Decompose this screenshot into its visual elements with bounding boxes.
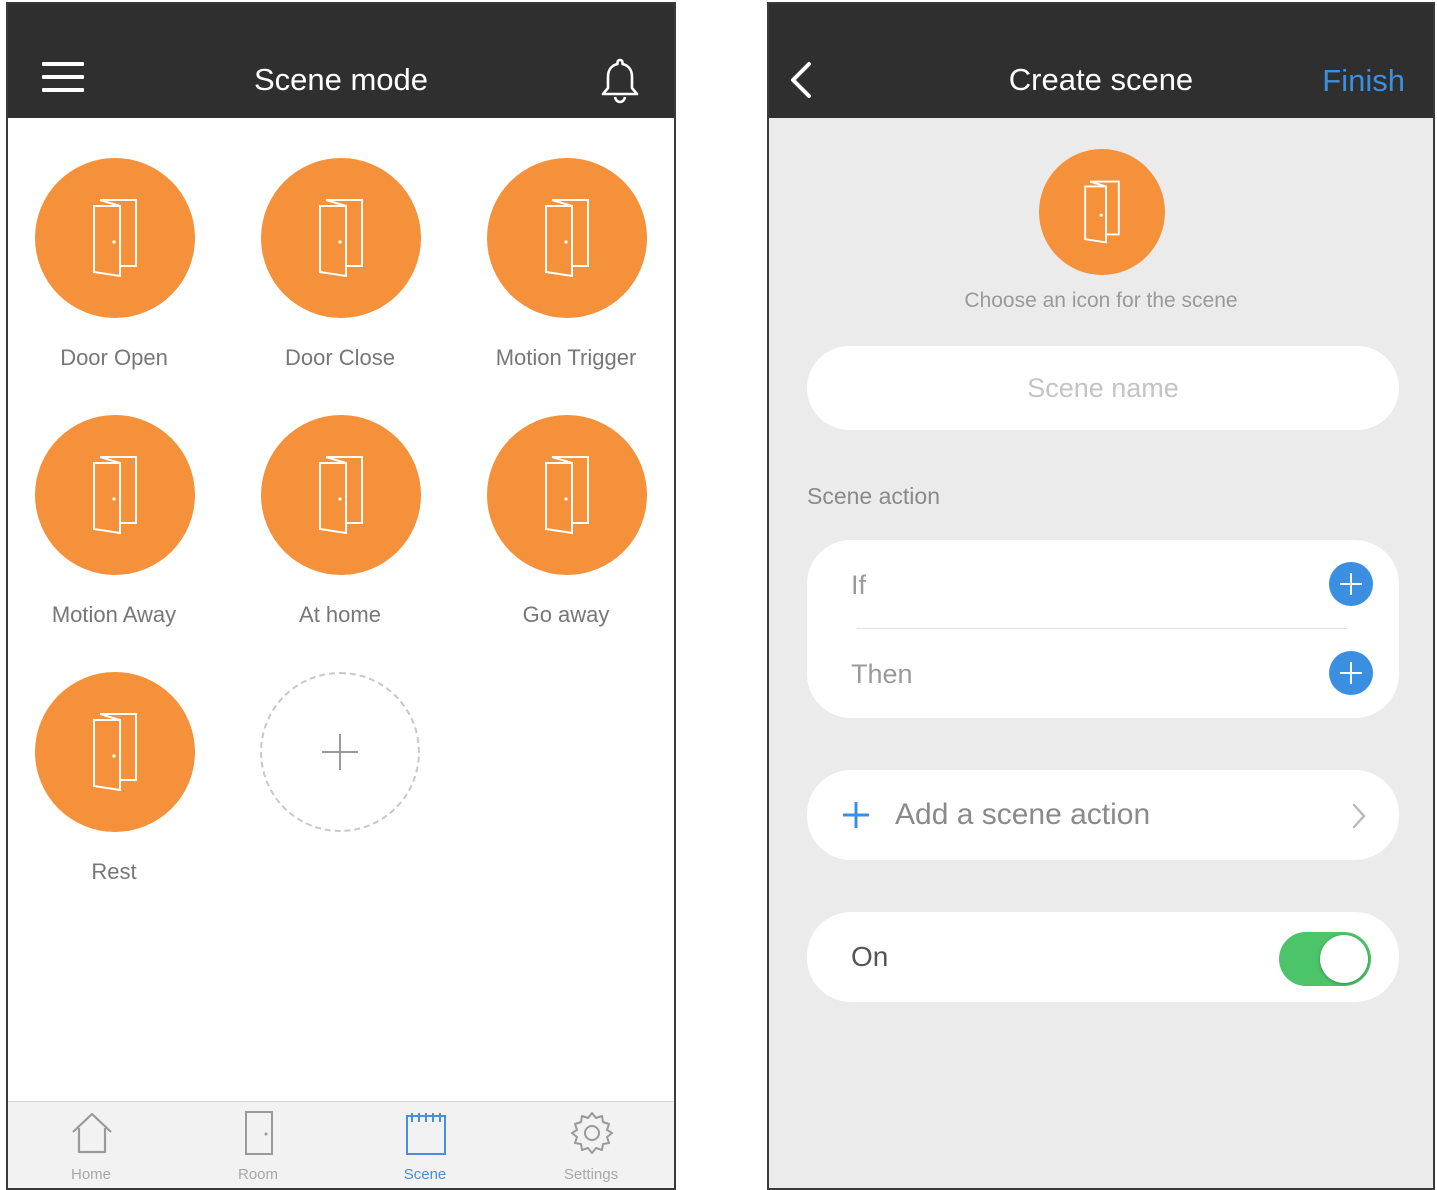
scene-tile-motion-away[interactable]: Motion Away — [8, 415, 224, 655]
scene-label: At home — [299, 602, 381, 627]
tab-label: Settings — [563, 1166, 619, 1183]
chevron-right-icon — [1352, 803, 1366, 829]
scene-name-input[interactable] — [807, 346, 1399, 430]
add-scene-action-label: Add a scene action — [895, 798, 1151, 831]
scene-action-heading: Scene action — [807, 483, 940, 509]
tab-home[interactable]: Home — [11, 1102, 171, 1188]
enable-toggle[interactable] — [1279, 932, 1371, 986]
on-label: On — [851, 941, 889, 972]
add-then-plus-icon[interactable] — [1329, 651, 1373, 695]
door-icon — [261, 158, 421, 318]
plus-icon — [843, 802, 869, 828]
tab-label: Room — [237, 1166, 278, 1183]
scene-label: Rest — [91, 859, 137, 884]
if-label: If — [851, 570, 867, 600]
door-icon — [35, 415, 195, 575]
tab-label: Scene — [403, 1166, 447, 1183]
scene-label: Door Close — [284, 345, 396, 370]
scene-tile-motion-trigger[interactable]: Motion Trigger — [456, 158, 674, 398]
add-scene-action-button[interactable]: Add a scene action — [807, 770, 1399, 860]
icon-hint-text: Choose an icon for the scene — [964, 289, 1238, 312]
scene-label: Motion Away — [51, 602, 177, 627]
enable-row: On — [807, 912, 1399, 1002]
room-door-icon — [245, 1111, 273, 1155]
door-icon — [35, 158, 195, 318]
add-if-plus-icon[interactable] — [1329, 562, 1373, 606]
door-icon — [487, 158, 647, 318]
finish-button[interactable]: Finish — [1322, 61, 1405, 101]
scene-tile-door-open[interactable]: Door Open — [8, 158, 224, 398]
door-icon — [1084, 180, 1120, 244]
scene-label: Go away — [522, 602, 610, 627]
tab-settings[interactable]: Settings — [511, 1102, 671, 1188]
tab-bar: Home Room Scene Settings — [8, 1101, 674, 1188]
plus-icon — [322, 734, 358, 770]
create-scene-screen: Create scene Finish Choose an icon for t… — [767, 2, 1435, 1190]
gear-icon — [571, 1112, 613, 1154]
then-label: Then — [851, 659, 913, 689]
page-title: Scene mode — [253, 62, 429, 97]
scene-label: Motion Trigger — [495, 345, 637, 370]
add-scene-button[interactable] — [260, 672, 420, 832]
scene-mode-screen: Scene mode Door Open Door Close Motion T… — [6, 2, 676, 1190]
if-row[interactable]: If — [807, 540, 1399, 629]
door-icon — [487, 415, 647, 575]
toggle-knob — [1320, 935, 1368, 983]
scene-tile-rest[interactable]: Rest — [8, 672, 224, 912]
condition-card: If Then — [807, 540, 1399, 718]
scene-label: Door Open — [60, 345, 168, 370]
door-icon — [261, 415, 421, 575]
navigation-bar: Create scene Finish — [769, 4, 1433, 118]
scene-tile-go-away[interactable]: Go away — [456, 415, 674, 655]
door-icon — [35, 672, 195, 832]
scene-icon — [406, 1113, 446, 1155]
tab-room[interactable]: Room — [178, 1102, 338, 1188]
scene-tile-at-home[interactable]: At home — [230, 415, 450, 655]
bell-icon[interactable] — [598, 56, 642, 104]
scene-icon-picker[interactable] — [1039, 149, 1165, 275]
tab-scene[interactable]: Scene — [345, 1102, 505, 1188]
tab-label: Home — [70, 1166, 111, 1183]
scene-tile-door-close[interactable]: Door Close — [230, 158, 450, 398]
then-row[interactable]: Then — [807, 629, 1399, 718]
navigation-bar: Scene mode — [8, 4, 674, 118]
home-icon — [72, 1112, 112, 1154]
